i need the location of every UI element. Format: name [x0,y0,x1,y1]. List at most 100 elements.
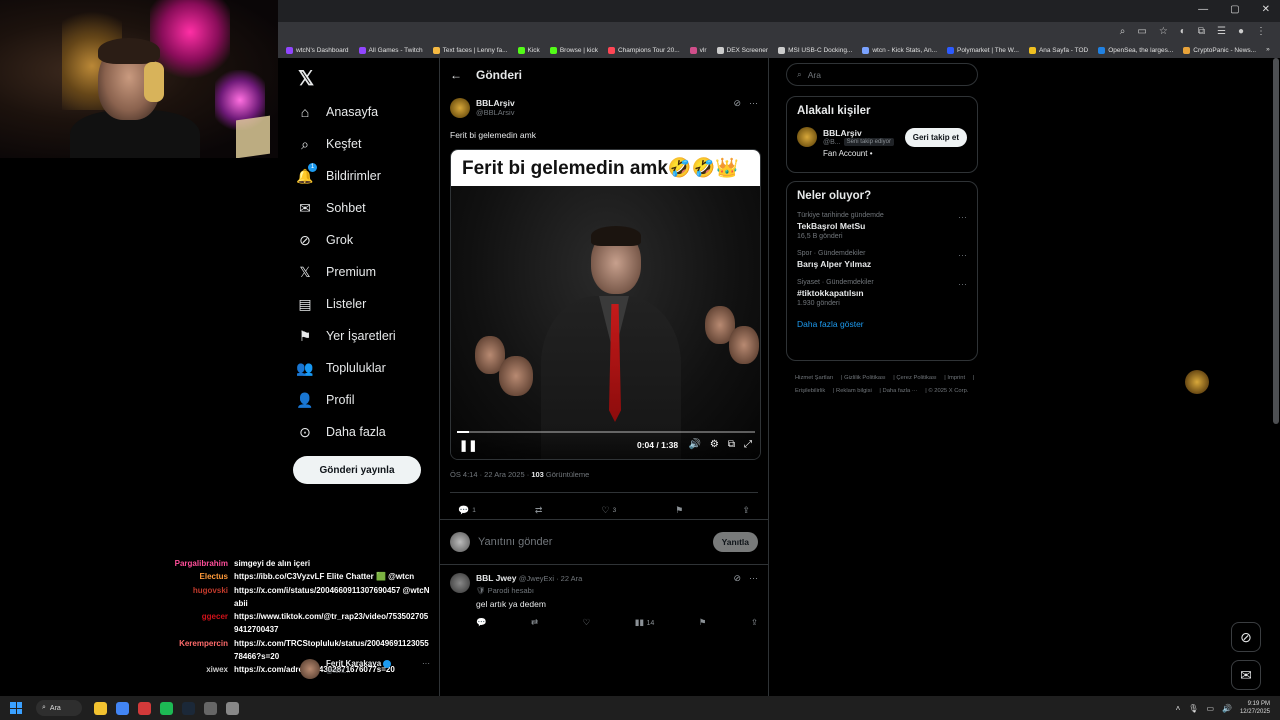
clock[interactable]: 9:19 PM 12/27/2025 [1240,700,1270,716]
star-icon[interactable]: ☆ [1159,26,1168,37]
menu-icon[interactable]: ⋮ [1256,26,1266,37]
tweet-author-handle[interactable]: @BBLArsiv [476,108,515,118]
footer-link[interactable]: Erişilebilirlik [795,388,825,394]
trend-item[interactable]: Türkiye tarihinde gündemde TekBaşrol MetS… [797,212,967,240]
fullscreen-icon[interactable]: ⤢ [744,439,752,450]
bookmark-item[interactable]: OpenSea, the larges... [1098,46,1173,54]
reply-action[interactable]: 💬 1 [458,501,476,519]
taskbar-app-icon[interactable] [94,701,107,715]
share-icon[interactable]: ⇪ [751,617,758,628]
extensions-icon[interactable]: ⧉ [1198,26,1205,37]
messages-icon[interactable]: ✉ [1231,660,1261,690]
taskbar-app-icon[interactable] [226,701,239,715]
bookmark-item[interactable]: Ana Sayfa - TOD [1028,46,1088,54]
chat-username[interactable]: hugovski [140,584,228,611]
settings-icon[interactable]: ⚙ [710,439,719,450]
more-icon[interactable]: ··· [749,98,758,109]
user-name[interactable]: BBLArşiv [823,128,894,138]
nav-item-grok[interactable]: ⊘ Grok [296,224,436,256]
back-arrow-icon[interactable]: ← [450,68,462,82]
volume-icon[interactable]: 🔊 [688,439,700,450]
repost-icon[interactable]: ⇄ [531,617,538,628]
post-button[interactable]: Gönderi yayınla [293,456,421,484]
taskbar-search[interactable]: ⌕ Ara [36,700,82,716]
tab-search-icon[interactable]: ☰ [1217,26,1226,37]
nav-item-more[interactable]: ⊙ Daha fazla [296,416,436,448]
zoom-icon[interactable]: ⌕ [1120,26,1126,37]
floating-avatar[interactable] [1185,370,1209,394]
footer-link[interactable]: Imprint [947,375,965,381]
taskbar-app-icon[interactable] [204,701,217,715]
nav-item-lists[interactable]: ▤ Listeler [296,288,436,320]
avatar[interactable] [797,127,817,147]
footer-link[interactable]: Daha fazla ··· [883,388,918,394]
grok-icon[interactable]: ⊘ [733,98,741,109]
video-progress-bar[interactable] [457,431,755,433]
search-input[interactable]: ⌕ Ara [786,63,978,86]
chat-username[interactable]: ggecer [140,610,228,637]
comment[interactable]: BBL Jwey @JweyExi · 22 Ara 🛡 Parodi hesa… [440,565,768,628]
grok-icon[interactable]: ⊘ [1231,622,1261,652]
network-icon[interactable]: ▭ [1206,704,1214,713]
heart-icon[interactable]: ♡ [583,617,591,628]
footer-link[interactable]: Gizlilik Politikası [844,375,886,381]
cast-icon[interactable]: ▭ [1137,26,1146,37]
audio-icon[interactable]: ◐ [1180,26,1186,37]
nav-item-premium[interactable]: 𝕏 Premium [296,256,436,288]
pause-icon[interactable]: ❚❚ [459,439,477,452]
nav-item-profile[interactable]: 👤 Profil [296,384,436,416]
taskbar-app-icon[interactable] [138,701,151,715]
nav-item-bookmarks[interactable]: ⚑ Yer İşaretleri [296,320,436,352]
chevron-up-icon[interactable]: ˄ [1176,704,1181,713]
avatar[interactable] [450,98,470,118]
bookmark-item[interactable]: Kick [517,46,540,54]
video-player[interactable]: Ferit bi gelemedin amk🤣🤣👑 ❚❚ 0:04 / 1:38… [450,149,761,460]
bookmark-item[interactable]: wtcN's Dashboard [286,46,349,54]
show-more-link[interactable]: Daha fazla göster [797,319,967,329]
nav-item-explore[interactable]: ⌕ Keşfet [296,128,436,160]
chevron-right-icon[interactable]: » [1266,46,1270,54]
bookmark-action[interactable]: ⚑ [675,501,683,519]
bookmark-item[interactable]: Text faces | Lenny fa... [432,46,508,54]
bookmark-item[interactable]: All Games - Twitch [358,46,423,54]
volume-icon[interactable]: 🔊 [1222,704,1232,713]
profile-icon[interactable]: ● [1238,26,1244,37]
bookmark-item[interactable]: DEX Screener [716,46,768,54]
bookmark-item[interactable]: CryptoPanic - News... [1183,46,1256,54]
reply-icon[interactable]: 💬 [476,617,487,628]
bookmark-item[interactable]: MSI USB-C Docking... [778,46,852,54]
footer-link[interactable]: Hizmet Şartları [795,375,833,381]
tweet-author-name[interactable]: BBLArşiv [476,98,515,108]
scrollbar[interactable] [1273,58,1279,424]
reply-input[interactable]: Yanıtını gönder [478,536,705,548]
trend-item[interactable]: Spor · Gündemdekiler Barış Alper Yılmaz ··… [797,250,967,269]
bookmark-item[interactable]: Polymarket | The W... [947,46,1019,54]
grok-icon[interactable]: ⊘ [733,573,741,609]
bookmark-item[interactable]: vlr [689,46,707,54]
trend-item[interactable]: Siyaset · Gündemdekiler #tiktokkapatılsın… [797,279,967,307]
bookmark-item[interactable]: Browse | kick [549,46,598,54]
more-icon[interactable]: ··· [958,279,967,289]
nav-item-communities[interactable]: 👥 Topluluklar [296,352,436,384]
nav-item-notifications[interactable]: 🔔 1 Bildirimler [296,160,436,192]
repost-action[interactable]: ⇄ [535,501,543,519]
mic-icon[interactable]: 🎙 [1188,704,1198,713]
taskbar-app-icon[interactable] [116,701,129,715]
chat-username[interactable]: Kerempercin [140,637,228,664]
footer-link[interactable]: Reklam bilgisi [836,388,872,394]
taskbar-app-icon[interactable] [182,701,195,715]
chat-username[interactable]: Electus [140,570,228,583]
chat-username[interactable]: Pargalibrahim [140,557,228,570]
more-icon[interactable]: ··· [422,659,430,687]
views-action[interactable]: ▮▮ 14 [635,617,655,628]
bookmark-item[interactable]: Champions Tour 20... [607,46,680,54]
minimize-video-icon[interactable]: ⧉ [728,439,735,450]
nav-item-home[interactable]: ⌂ Anasayfa [296,96,436,128]
like-action[interactable]: ♡ 3 [602,501,617,519]
x-logo-icon[interactable]: 𝕏 [298,66,314,91]
avatar[interactable] [450,573,470,593]
comment-author-name[interactable]: BBL Jwey [476,573,516,583]
reply-button[interactable]: Yanıtla [712,532,758,552]
follow-back-button[interactable]: Geri takip et [904,127,967,147]
share-action[interactable]: ⇪ [742,501,750,519]
